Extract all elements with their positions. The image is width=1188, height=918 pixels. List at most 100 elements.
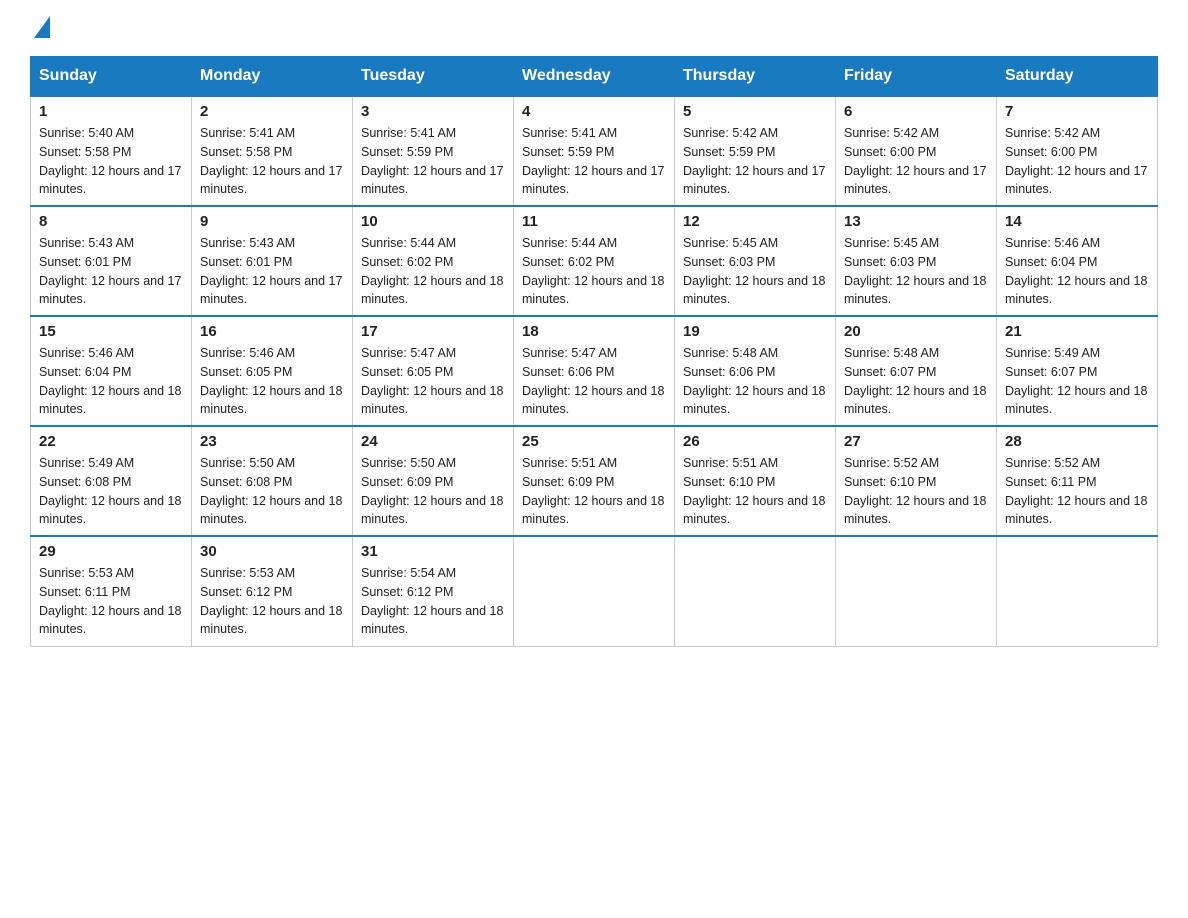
day-info: Sunrise: 5:42 AMSunset: 6:00 PMDaylight:… xyxy=(844,124,988,199)
day-info: Sunrise: 5:42 AMSunset: 6:00 PMDaylight:… xyxy=(1005,124,1149,199)
day-number: 26 xyxy=(683,433,827,450)
calendar-cell: 28 Sunrise: 5:52 AMSunset: 6:11 PMDaylig… xyxy=(997,426,1158,536)
header-thursday: Thursday xyxy=(675,57,836,97)
day-info: Sunrise: 5:53 AMSunset: 6:12 PMDaylight:… xyxy=(200,564,344,639)
calendar-cell: 13 Sunrise: 5:45 AMSunset: 6:03 PMDaylig… xyxy=(836,206,997,316)
header-sunday: Sunday xyxy=(31,57,192,97)
day-info: Sunrise: 5:45 AMSunset: 6:03 PMDaylight:… xyxy=(683,234,827,309)
calendar-cell: 2 Sunrise: 5:41 AMSunset: 5:58 PMDayligh… xyxy=(192,96,353,206)
day-number: 18 xyxy=(522,323,666,340)
calendar-cell: 27 Sunrise: 5:52 AMSunset: 6:10 PMDaylig… xyxy=(836,426,997,536)
day-info: Sunrise: 5:45 AMSunset: 6:03 PMDaylight:… xyxy=(844,234,988,309)
day-number: 1 xyxy=(39,103,183,120)
week-row-3: 15 Sunrise: 5:46 AMSunset: 6:04 PMDaylig… xyxy=(31,316,1158,426)
week-row-5: 29 Sunrise: 5:53 AMSunset: 6:11 PMDaylig… xyxy=(31,536,1158,646)
day-number: 22 xyxy=(39,433,183,450)
calendar-cell: 15 Sunrise: 5:46 AMSunset: 6:04 PMDaylig… xyxy=(31,316,192,426)
day-info: Sunrise: 5:51 AMSunset: 6:10 PMDaylight:… xyxy=(683,454,827,529)
calendar-cell: 14 Sunrise: 5:46 AMSunset: 6:04 PMDaylig… xyxy=(997,206,1158,316)
calendar-cell: 29 Sunrise: 5:53 AMSunset: 6:11 PMDaylig… xyxy=(31,536,192,646)
day-info: Sunrise: 5:51 AMSunset: 6:09 PMDaylight:… xyxy=(522,454,666,529)
calendar-cell: 8 Sunrise: 5:43 AMSunset: 6:01 PMDayligh… xyxy=(31,206,192,316)
day-number: 12 xyxy=(683,213,827,230)
day-info: Sunrise: 5:41 AMSunset: 5:59 PMDaylight:… xyxy=(522,124,666,199)
day-info: Sunrise: 5:42 AMSunset: 5:59 PMDaylight:… xyxy=(683,124,827,199)
day-info: Sunrise: 5:41 AMSunset: 5:59 PMDaylight:… xyxy=(361,124,505,199)
day-number: 21 xyxy=(1005,323,1149,340)
calendar-cell: 30 Sunrise: 5:53 AMSunset: 6:12 PMDaylig… xyxy=(192,536,353,646)
week-row-4: 22 Sunrise: 5:49 AMSunset: 6:08 PMDaylig… xyxy=(31,426,1158,536)
day-number: 13 xyxy=(844,213,988,230)
calendar-cell: 19 Sunrise: 5:48 AMSunset: 6:06 PMDaylig… xyxy=(675,316,836,426)
logo-triangle-icon xyxy=(34,16,50,38)
day-info: Sunrise: 5:48 AMSunset: 6:07 PMDaylight:… xyxy=(844,344,988,419)
day-number: 29 xyxy=(39,543,183,560)
day-info: Sunrise: 5:49 AMSunset: 6:07 PMDaylight:… xyxy=(1005,344,1149,419)
calendar-cell: 24 Sunrise: 5:50 AMSunset: 6:09 PMDaylig… xyxy=(353,426,514,536)
day-number: 2 xyxy=(200,103,344,120)
calendar-cell: 11 Sunrise: 5:44 AMSunset: 6:02 PMDaylig… xyxy=(514,206,675,316)
calendar-cell: 10 Sunrise: 5:44 AMSunset: 6:02 PMDaylig… xyxy=(353,206,514,316)
calendar-cell: 12 Sunrise: 5:45 AMSunset: 6:03 PMDaylig… xyxy=(675,206,836,316)
day-number: 28 xyxy=(1005,433,1149,450)
day-number: 11 xyxy=(522,213,666,230)
calendar-cell: 23 Sunrise: 5:50 AMSunset: 6:08 PMDaylig… xyxy=(192,426,353,536)
day-number: 23 xyxy=(200,433,344,450)
day-info: Sunrise: 5:50 AMSunset: 6:09 PMDaylight:… xyxy=(361,454,505,529)
logo xyxy=(30,20,50,36)
day-info: Sunrise: 5:49 AMSunset: 6:08 PMDaylight:… xyxy=(39,454,183,529)
day-number: 15 xyxy=(39,323,183,340)
calendar-cell xyxy=(675,536,836,646)
page-header xyxy=(30,20,1158,36)
day-number: 14 xyxy=(1005,213,1149,230)
day-info: Sunrise: 5:40 AMSunset: 5:58 PMDaylight:… xyxy=(39,124,183,199)
calendar-cell: 17 Sunrise: 5:47 AMSunset: 6:05 PMDaylig… xyxy=(353,316,514,426)
day-number: 30 xyxy=(200,543,344,560)
header-wednesday: Wednesday xyxy=(514,57,675,97)
calendar-cell: 31 Sunrise: 5:54 AMSunset: 6:12 PMDaylig… xyxy=(353,536,514,646)
day-number: 3 xyxy=(361,103,505,120)
calendar-cell: 22 Sunrise: 5:49 AMSunset: 6:08 PMDaylig… xyxy=(31,426,192,536)
day-info: Sunrise: 5:50 AMSunset: 6:08 PMDaylight:… xyxy=(200,454,344,529)
header-monday: Monday xyxy=(192,57,353,97)
day-info: Sunrise: 5:46 AMSunset: 6:05 PMDaylight:… xyxy=(200,344,344,419)
day-info: Sunrise: 5:52 AMSunset: 6:10 PMDaylight:… xyxy=(844,454,988,529)
calendar-cell: 6 Sunrise: 5:42 AMSunset: 6:00 PMDayligh… xyxy=(836,96,997,206)
calendar-cell: 7 Sunrise: 5:42 AMSunset: 6:00 PMDayligh… xyxy=(997,96,1158,206)
calendar-cell: 16 Sunrise: 5:46 AMSunset: 6:05 PMDaylig… xyxy=(192,316,353,426)
day-info: Sunrise: 5:43 AMSunset: 6:01 PMDaylight:… xyxy=(39,234,183,309)
calendar-cell: 18 Sunrise: 5:47 AMSunset: 6:06 PMDaylig… xyxy=(514,316,675,426)
day-number: 4 xyxy=(522,103,666,120)
day-info: Sunrise: 5:53 AMSunset: 6:11 PMDaylight:… xyxy=(39,564,183,639)
day-info: Sunrise: 5:52 AMSunset: 6:11 PMDaylight:… xyxy=(1005,454,1149,529)
day-number: 10 xyxy=(361,213,505,230)
day-number: 27 xyxy=(844,433,988,450)
week-row-2: 8 Sunrise: 5:43 AMSunset: 6:01 PMDayligh… xyxy=(31,206,1158,316)
calendar-cell: 3 Sunrise: 5:41 AMSunset: 5:59 PMDayligh… xyxy=(353,96,514,206)
calendar-table: SundayMondayTuesdayWednesdayThursdayFrid… xyxy=(30,56,1158,647)
calendar-cell: 21 Sunrise: 5:49 AMSunset: 6:07 PMDaylig… xyxy=(997,316,1158,426)
day-info: Sunrise: 5:43 AMSunset: 6:01 PMDaylight:… xyxy=(200,234,344,309)
calendar-cell: 9 Sunrise: 5:43 AMSunset: 6:01 PMDayligh… xyxy=(192,206,353,316)
day-info: Sunrise: 5:54 AMSunset: 6:12 PMDaylight:… xyxy=(361,564,505,639)
day-number: 19 xyxy=(683,323,827,340)
day-info: Sunrise: 5:48 AMSunset: 6:06 PMDaylight:… xyxy=(683,344,827,419)
day-number: 20 xyxy=(844,323,988,340)
header-row: SundayMondayTuesdayWednesdayThursdayFrid… xyxy=(31,57,1158,97)
day-info: Sunrise: 5:44 AMSunset: 6:02 PMDaylight:… xyxy=(522,234,666,309)
week-row-1: 1 Sunrise: 5:40 AMSunset: 5:58 PMDayligh… xyxy=(31,96,1158,206)
day-number: 5 xyxy=(683,103,827,120)
day-info: Sunrise: 5:46 AMSunset: 6:04 PMDaylight:… xyxy=(39,344,183,419)
day-number: 25 xyxy=(522,433,666,450)
calendar-cell: 26 Sunrise: 5:51 AMSunset: 6:10 PMDaylig… xyxy=(675,426,836,536)
day-number: 31 xyxy=(361,543,505,560)
day-info: Sunrise: 5:44 AMSunset: 6:02 PMDaylight:… xyxy=(361,234,505,309)
day-number: 16 xyxy=(200,323,344,340)
day-number: 17 xyxy=(361,323,505,340)
calendar-cell xyxy=(997,536,1158,646)
header-friday: Friday xyxy=(836,57,997,97)
day-number: 9 xyxy=(200,213,344,230)
calendar-cell: 4 Sunrise: 5:41 AMSunset: 5:59 PMDayligh… xyxy=(514,96,675,206)
day-number: 24 xyxy=(361,433,505,450)
day-info: Sunrise: 5:47 AMSunset: 6:05 PMDaylight:… xyxy=(361,344,505,419)
